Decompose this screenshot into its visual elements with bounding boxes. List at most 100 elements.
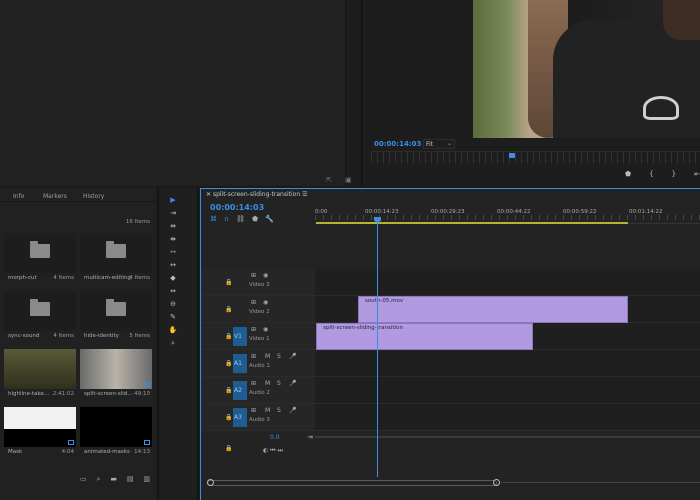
panel-menu-icon[interactable]: ☰ bbox=[302, 191, 307, 198]
track-header-v3[interactable]: 🔒 ⊞ ◉ Video 3 bbox=[201, 269, 315, 296]
sequence-tab[interactable]: ✕ split-screen-sliding-transition ☰ bbox=[206, 191, 307, 198]
program-timecode[interactable]: 00:00:14:03 bbox=[374, 140, 421, 148]
timeline-timecode[interactable]: 00:00:14:03 bbox=[210, 203, 264, 212]
solo-icon[interactable]: S bbox=[277, 353, 281, 360]
zoom-icon[interactable]: ⌕ bbox=[168, 338, 178, 348]
track-lane-a1[interactable] bbox=[315, 350, 700, 377]
new-item-icon[interactable]: ▤ bbox=[127, 475, 134, 484]
sequence-item[interactable]: animated-masks 14:13 bbox=[80, 407, 152, 457]
lock-icon[interactable]: 🔒 bbox=[225, 306, 232, 313]
sync-lock-icon[interactable]: ⊞ bbox=[251, 299, 256, 306]
track-lane-a2[interactable] bbox=[315, 377, 700, 404]
pen-icon[interactable]: ⊖ bbox=[168, 299, 178, 309]
mark-in-icon[interactable]: { bbox=[649, 170, 653, 182]
snap-icon[interactable]: ∩ bbox=[224, 215, 229, 223]
automate-icon[interactable]: ▭ bbox=[80, 475, 87, 484]
mute-icon[interactable]: M bbox=[265, 380, 270, 387]
scrollbar-right-handle[interactable] bbox=[493, 479, 500, 486]
rolling-edit-icon[interactable]: ⇼ bbox=[168, 234, 178, 244]
track-lane-v2[interactable]: south-05.mov bbox=[315, 296, 700, 323]
mute-icon[interactable]: M bbox=[265, 407, 270, 414]
sync-lock-icon[interactable]: ⊞ bbox=[251, 272, 256, 279]
solo-icon[interactable]: S bbox=[277, 380, 281, 387]
timeline-zoom-scrollbar[interactable] bbox=[207, 480, 497, 486]
tab-history[interactable]: History bbox=[83, 191, 104, 202]
track-lane-a3[interactable] bbox=[315, 404, 700, 431]
selection-tool-icon[interactable]: ▶ bbox=[168, 195, 178, 205]
tracks-area[interactable]: south-05.mov split-screen-sliding-transi… bbox=[315, 269, 700, 469]
source-patch-a1[interactable]: A1 bbox=[233, 354, 247, 373]
volume-icon[interactable]: ◐ bbox=[263, 447, 268, 454]
zoom-select[interactable]: Fit ⌄ bbox=[423, 139, 455, 149]
sync-lock-icon[interactable]: ⊞ bbox=[251, 407, 256, 414]
bin-item[interactable]: hide-identity 5 Items bbox=[80, 291, 152, 341]
add-marker-icon[interactable]: ⬟ bbox=[252, 215, 258, 223]
rate-stretch-icon[interactable]: ⇿ bbox=[168, 247, 178, 257]
tab-markers[interactable]: Markers bbox=[43, 191, 67, 202]
track-lane-v1[interactable]: split-screen-sliding-transition bbox=[315, 323, 700, 350]
clip-split-screen[interactable]: split-screen-sliding-transition bbox=[316, 323, 533, 350]
track-header-a1[interactable]: 🔒 A1 ⊞ M S 🎤 Audio 1 bbox=[201, 350, 315, 377]
clip-south-05[interactable]: south-05.mov bbox=[358, 296, 628, 323]
mark-out-icon[interactable]: } bbox=[672, 170, 676, 182]
clip-item[interactable]: Mask 4:04 bbox=[4, 407, 76, 457]
skip-forward-icon[interactable]: ⏭ bbox=[278, 447, 283, 454]
lock-icon[interactable]: 🔒 bbox=[225, 445, 232, 452]
sync-lock-icon[interactable]: ⊞ bbox=[251, 380, 256, 387]
lock-icon[interactable]: 🔒 bbox=[225, 279, 232, 286]
trash-icon[interactable]: ▥ bbox=[143, 475, 150, 484]
program-playhead[interactable] bbox=[509, 153, 515, 158]
bin-item[interactable]: morph-cut 4 Items bbox=[4, 233, 76, 283]
go-to-end-icon[interactable]: ⇥ bbox=[307, 433, 313, 441]
track-lane-v3[interactable] bbox=[315, 269, 700, 296]
mic-icon[interactable]: 🎤 bbox=[289, 407, 296, 414]
mute-icon[interactable]: M bbox=[265, 353, 270, 360]
ripple-edit-icon[interactable]: ⇹ bbox=[168, 221, 178, 231]
hand-icon[interactable]: ✋ bbox=[168, 325, 178, 335]
lock-icon[interactable]: 🔒 bbox=[225, 387, 232, 394]
time-ruler[interactable]: 0:00 00:00:14:23 00:00:29:23 00:00:44:22… bbox=[315, 204, 700, 224]
eye-icon[interactable]: ◉ bbox=[263, 326, 268, 333]
source-patch-a3[interactable]: A3 bbox=[233, 408, 247, 427]
program-video-frame[interactable] bbox=[473, 0, 700, 138]
sequence-item[interactable]: split-screen-slid… 49:10 bbox=[80, 349, 152, 399]
export-frame-icon[interactable]: ⇱ bbox=[326, 176, 332, 184]
find-icon[interactable]: ⌕ bbox=[97, 475, 101, 484]
playhead-line[interactable] bbox=[377, 219, 378, 477]
lock-icon[interactable]: 🔒 bbox=[225, 333, 232, 340]
add-marker-icon[interactable]: ⬟ bbox=[625, 170, 631, 182]
track-header-v1[interactable]: 🔒 V1 ⊞ ◉ Video 1 bbox=[201, 323, 315, 350]
mic-icon[interactable]: 🎤 bbox=[289, 380, 296, 387]
track-header-v2[interactable]: 🔒 ⊞ ◉ Video 2 bbox=[201, 296, 315, 323]
wrench-icon[interactable]: 🔧 bbox=[265, 215, 274, 223]
clip-item[interactable]: highline-take… 2:41:02 bbox=[4, 349, 76, 399]
eye-icon[interactable]: ◉ bbox=[263, 299, 268, 306]
track-header-a2[interactable]: 🔒 A2 ⊞ M S 🎤 Audio 2 bbox=[201, 377, 315, 404]
linked-selection-icon[interactable]: ⛓ bbox=[236, 215, 245, 223]
bin-item[interactable]: sync-sound 4 Items bbox=[4, 291, 76, 341]
track-select-icon[interactable]: ⇥ bbox=[168, 208, 178, 218]
scrollbar-left-handle[interactable] bbox=[207, 479, 214, 486]
master-volume-value[interactable]: 0.0 bbox=[270, 434, 280, 441]
razor-icon[interactable]: ◆ bbox=[168, 273, 178, 283]
sync-lock-icon[interactable]: ⊞ bbox=[251, 326, 256, 333]
mic-icon[interactable]: 🎤 bbox=[289, 353, 296, 360]
sync-lock-icon[interactable]: ⊞ bbox=[251, 353, 256, 360]
new-bin-icon[interactable]: ▬ bbox=[110, 475, 117, 484]
eye-icon[interactable]: ◉ bbox=[263, 272, 268, 279]
track-header-a3[interactable]: 🔒 A3 ⊞ M S 🎤 Audio 3 bbox=[201, 404, 315, 431]
solo-icon[interactable]: S bbox=[277, 407, 281, 414]
tab-info[interactable]: Info bbox=[13, 191, 24, 202]
nest-icon[interactable]: ⌘ bbox=[210, 215, 217, 223]
lock-icon[interactable]: 🔒 bbox=[225, 360, 232, 367]
bin-item[interactable]: multicam-editing 4 Items bbox=[80, 233, 152, 283]
camera-icon[interactable]: ▣ bbox=[345, 176, 352, 184]
program-time-ruler[interactable] bbox=[371, 151, 700, 163]
work-area-bar[interactable] bbox=[316, 222, 628, 224]
lock-icon[interactable]: 🔒 bbox=[225, 414, 232, 421]
source-patch-v1[interactable]: V1 bbox=[233, 327, 247, 346]
source-patch-a2[interactable]: A2 bbox=[233, 381, 247, 400]
go-to-in-icon[interactable]: ⇤ bbox=[694, 170, 700, 182]
skip-back-icon[interactable]: ⏮ bbox=[270, 447, 275, 454]
close-icon[interactable]: ✕ bbox=[206, 191, 213, 198]
